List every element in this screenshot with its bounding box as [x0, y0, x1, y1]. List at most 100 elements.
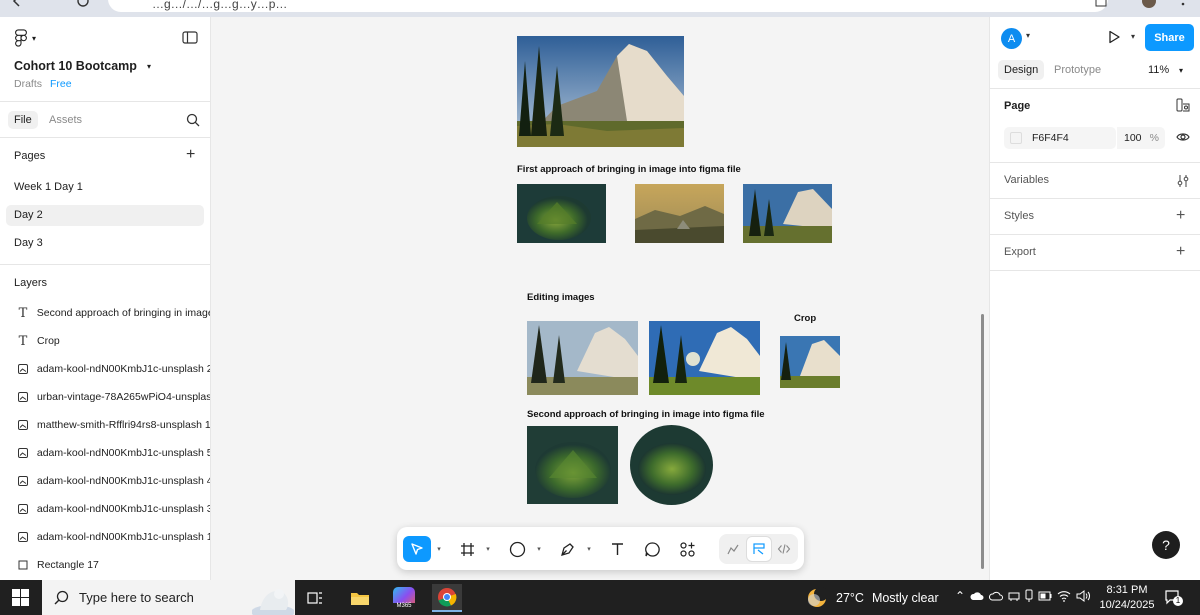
mode-switcher — [719, 534, 798, 564]
cloud-icon[interactable] — [989, 590, 1004, 602]
forest-moss-image-2[interactable] — [527, 426, 618, 504]
mountain-image-small[interactable] — [743, 184, 832, 243]
weather-widget[interactable]: 27°C Mostly clear — [806, 587, 939, 609]
color-swatch[interactable] — [1010, 132, 1022, 144]
heading-first-approach[interactable]: First approach of bringing in image into… — [517, 164, 741, 175]
profile-avatar[interactable] — [1142, 0, 1156, 8]
heading-crop[interactable]: Crop — [794, 313, 816, 324]
back-icon[interactable] — [10, 0, 24, 8]
help-button[interactable]: ? — [1152, 531, 1180, 559]
chevron-down-icon[interactable]: ▾ — [1131, 32, 1135, 41]
tab-file[interactable]: File — [8, 111, 38, 129]
layer-item[interactable]: Rectangle 17 — [0, 551, 210, 579]
drafts-link[interactable]: Drafts — [14, 78, 42, 90]
system-clock[interactable]: 8:31 PM 10/24/2025 — [1099, 583, 1155, 613]
layer-item[interactable]: adam-kool-ndN00KmbJ1c-unsplash 1 — [0, 523, 210, 551]
mountain-image-large[interactable] — [517, 36, 684, 147]
widgets-icon — [679, 541, 695, 557]
network-adapter-icon[interactable] — [1008, 590, 1020, 602]
reload-icon[interactable] — [76, 0, 90, 8]
tab-prototype[interactable]: Prototype — [1054, 64, 1101, 76]
windows-start-icon[interactable] — [12, 589, 29, 606]
variables-adjust-icon[interactable] — [1176, 174, 1190, 188]
move-tool-button[interactable] — [403, 536, 431, 562]
add-page-icon[interactable]: + — [186, 147, 195, 163]
page-item-day-2[interactable]: Day 2 — [6, 205, 204, 226]
tab-design[interactable]: Design — [998, 60, 1045, 80]
wifi-icon[interactable] — [1057, 590, 1071, 602]
opacity-value: 100 — [1124, 132, 1142, 144]
frame-icon — [460, 542, 474, 556]
battery-icon[interactable] — [1038, 591, 1052, 601]
shape-tool-button[interactable] — [505, 536, 529, 562]
draw-mode-button[interactable] — [721, 536, 745, 562]
volume-icon[interactable] — [1076, 590, 1092, 602]
m365-app-button[interactable]: M365 — [389, 584, 419, 612]
present-play-icon[interactable] — [1107, 30, 1121, 44]
taskbar-search-box[interactable]: Type here to search — [42, 580, 295, 615]
chevron-down-icon[interactable]: ▾ — [1026, 31, 1030, 40]
pen-tool-caret[interactable]: ▾ — [584, 536, 594, 562]
design-canvas[interactable]: First approach of bringing in image into… — [211, 17, 989, 580]
page-item-week-1-day-1[interactable]: Week 1 Day 1 — [6, 177, 204, 198]
frame-tool-button[interactable] — [455, 536, 479, 562]
window-icon[interactable] — [1094, 0, 1108, 8]
layer-item[interactable]: adam-kool-ndN00KmbJ1c-unsplash 5 — [0, 439, 210, 467]
forest-moss-image[interactable] — [517, 184, 606, 243]
local-variables-icon[interactable] — [1176, 98, 1190, 112]
sidebar-toggle-icon[interactable] — [182, 31, 198, 44]
layer-item[interactable]: T Second approach of bringing in image — [0, 299, 210, 327]
eye-icon[interactable] — [1176, 131, 1190, 143]
main-menu-button[interactable]: ▾ — [14, 29, 36, 47]
page-background-opacity-field[interactable]: 100 % — [1117, 127, 1165, 149]
tab-assets[interactable]: Assets — [49, 114, 82, 126]
add-export-icon[interactable]: + — [1176, 244, 1185, 260]
text-tool-button[interactable] — [605, 536, 629, 562]
heading-second-approach[interactable]: Second approach of bringing in image int… — [527, 409, 765, 420]
page-background-color-field[interactable]: F6F4F4 — [1004, 127, 1116, 149]
layer-item[interactable]: urban-vintage-78A265wPiO4-unsplas — [0, 383, 210, 411]
plan-badge[interactable]: Free — [50, 78, 72, 90]
notifications-button[interactable]: 1 — [1164, 589, 1183, 606]
layer-item[interactable]: adam-kool-ndN00KmbJ1c-unsplash 2 — [0, 355, 210, 383]
forest-moss-image-circle[interactable] — [630, 425, 713, 505]
mountain-cropped-image[interactable] — [780, 336, 840, 388]
zoom-level[interactable]: 11% — [1148, 64, 1169, 76]
avatar[interactable]: A — [1001, 28, 1022, 49]
layer-item[interactable]: matthew-smith-Rfflri94rs8-unsplash 1 — [0, 411, 210, 439]
heading-editing-images[interactable]: Editing images — [527, 292, 595, 303]
comment-tool-button[interactable] — [640, 536, 664, 562]
more-icon[interactable] — [1176, 0, 1190, 8]
search-icon[interactable] — [186, 113, 200, 127]
frame-tool-caret[interactable]: ▾ — [483, 536, 493, 562]
weather-description: Mostly clear — [871, 591, 939, 605]
share-button[interactable]: Share — [1145, 24, 1194, 51]
left-sidebar: ▾ Cohort 10 Bootcamp ▾ Drafts Free File A… — [0, 17, 211, 580]
shape-tool-caret[interactable]: ▾ — [534, 536, 544, 562]
misty-hills-image[interactable] — [635, 184, 724, 243]
layer-item[interactable]: adam-kool-ndN00KmbJ1c-unsplash 4 — [0, 467, 210, 495]
usb-icon[interactable] — [1025, 589, 1033, 603]
text-tool-icon — [611, 542, 623, 555]
task-view-button[interactable] — [300, 584, 330, 612]
design-mode-button[interactable] — [747, 536, 771, 562]
add-style-icon[interactable]: + — [1176, 208, 1185, 224]
pen-tool-button[interactable] — [555, 536, 579, 562]
layer-item[interactable]: T Crop — [0, 327, 210, 355]
onedrive-icon[interactable] — [970, 590, 984, 602]
page-item-day-3[interactable]: Day 3 — [6, 233, 204, 254]
actions-tool-button[interactable] — [675, 536, 699, 562]
panel-tabs: File Assets — [0, 101, 210, 138]
mountain-edited-image-2[interactable] — [649, 321, 760, 395]
address-bar[interactable]: …g…/…/…g…g…y…p… — [108, 0, 1108, 12]
file-explorer-button[interactable] — [345, 584, 375, 612]
mountain-edited-image-1[interactable] — [527, 321, 638, 395]
file-name-button[interactable]: Cohort 10 Bootcamp ▾ — [14, 59, 151, 73]
layer-item[interactable]: adam-kool-ndN00KmbJ1c-unsplash 3 — [0, 495, 210, 523]
move-tool-caret[interactable]: ▾ — [434, 536, 444, 562]
chevron-up-icon[interactable]: ⌃ — [955, 589, 965, 603]
canvas-scrollbar[interactable] — [981, 314, 984, 569]
dev-mode-button[interactable] — [772, 536, 796, 562]
chrome-app-button[interactable] — [432, 584, 462, 612]
chevron-down-icon[interactable]: ▾ — [1179, 66, 1183, 75]
